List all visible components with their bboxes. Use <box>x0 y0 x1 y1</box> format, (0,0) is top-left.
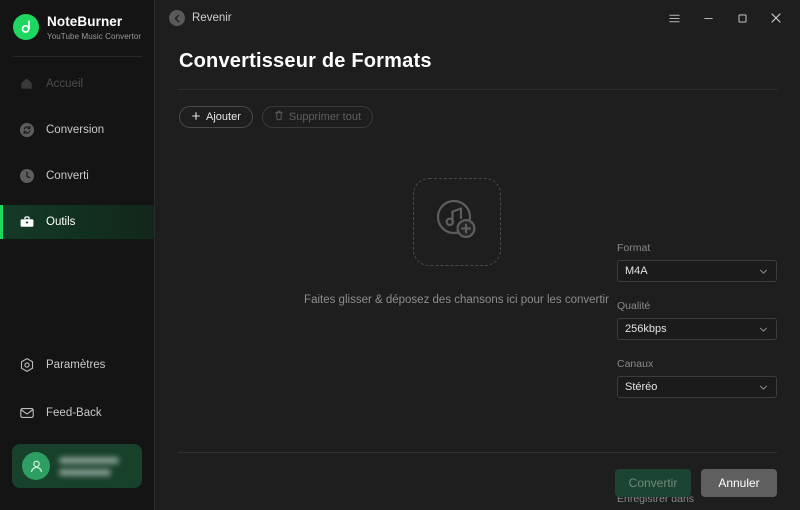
sidebar-item-accueil[interactable]: Accueil <box>0 67 154 101</box>
clock-circle-icon <box>18 167 35 184</box>
chevron-down-icon <box>758 382 769 393</box>
noteburner-logo-icon <box>13 14 39 41</box>
app-window: NoteBurner YouTube Music Convertor Accue… <box>0 0 800 510</box>
cancel-button[interactable]: Annuler <box>701 469 777 497</box>
window-controls <box>666 10 790 26</box>
hamburger-menu-icon[interactable] <box>666 10 682 26</box>
options-panel: Format M4A Qualité 256kbps Canaux Stéréo <box>617 242 777 416</box>
back-button-label: Revenir <box>192 12 232 24</box>
sidebar-item-label: Paramètres <box>46 359 106 371</box>
delete-all-button[interactable]: Supprimer tout <box>261 106 374 128</box>
plus-icon <box>191 111 201 124</box>
channels-value: Stéréo <box>625 381 658 393</box>
quality-label: Qualité <box>617 300 651 312</box>
format-label: Format <box>617 242 651 254</box>
sidebar-bottom-nav: Paramètres Feed-Back <box>0 348 154 510</box>
add-music-icon <box>430 193 484 252</box>
convert-button[interactable]: Convertir <box>615 469 691 497</box>
user-name <box>59 456 119 464</box>
quality-group: Qualité 256kbps <box>617 300 777 340</box>
add-button[interactable]: Ajouter <box>179 106 253 128</box>
channels-group: Canaux Stéréo <box>617 358 777 398</box>
maximize-icon[interactable] <box>734 10 750 26</box>
user-info <box>59 456 119 476</box>
sidebar-item-label: Conversion <box>46 123 105 136</box>
sidebar-item-label: Outils <box>46 215 76 228</box>
dropzone-box[interactable] <box>412 178 501 266</box>
titlebar: Revenir <box>155 0 800 36</box>
toolbar: Ajouter Supprimer tout <box>155 90 800 128</box>
briefcase-icon <box>18 213 35 230</box>
quality-select[interactable]: 256kbps <box>617 318 777 340</box>
user-plan <box>59 468 111 476</box>
close-icon[interactable] <box>768 10 784 26</box>
footer-actions: Convertir Annuler <box>615 469 777 497</box>
format-select[interactable]: M4A <box>617 260 777 282</box>
footer-divider <box>178 452 777 453</box>
minimize-icon[interactable] <box>700 10 716 26</box>
sidebar-item-outils[interactable]: Outils <box>0 204 154 239</box>
sidebar-divider <box>12 55 142 57</box>
delete-all-button-label: Supprimer tout <box>288 111 362 123</box>
user-account-card[interactable] <box>12 444 142 488</box>
user-avatar-icon <box>22 452 50 480</box>
chevron-down-icon <box>758 266 769 277</box>
page-title: Convertisseur de Formats <box>179 50 432 72</box>
body-area: Faites glisser & déposez des chansons ic… <box>155 128 800 510</box>
chevron-down-icon <box>758 324 769 335</box>
quality-value: 256kbps <box>625 323 667 335</box>
sidebar-item-label: Feed-Back <box>46 407 102 419</box>
settings-hexagon-icon <box>18 357 35 374</box>
add-button-label: Ajouter <box>206 111 241 123</box>
sidebar-item-converti[interactable]: Converti <box>0 159 154 193</box>
sidebar-nav: Accueil Conversion Converti Outils <box>0 67 154 251</box>
format-group: Format M4A <box>617 242 777 282</box>
sidebar-item-conversion[interactable]: Conversion <box>0 113 154 147</box>
brand-subtitle: YouTube Music Convertor <box>47 31 142 41</box>
sidebar-item-label: Converti <box>46 169 89 182</box>
trash-icon <box>274 110 284 124</box>
sidebar-item-parametres[interactable]: Paramètres <box>0 348 154 382</box>
home-icon <box>18 75 35 92</box>
brand-name: NoteBurner <box>47 14 123 29</box>
arrow-left-circle-icon <box>169 10 185 26</box>
main-content: Revenir Convertisseur de Formats Ajouter… <box>155 0 800 510</box>
sidebar: NoteBurner YouTube Music Convertor Accue… <box>0 0 155 510</box>
channels-label: Canaux <box>617 358 654 370</box>
refresh-circle-icon <box>18 121 35 138</box>
format-value: M4A <box>625 265 648 277</box>
mail-icon <box>18 405 35 422</box>
channels-select[interactable]: Stéréo <box>617 376 777 398</box>
dropzone-hint: Faites glisser & déposez des chansons ic… <box>304 294 609 306</box>
sidebar-item-label: Accueil <box>46 77 84 90</box>
sidebar-item-feedback[interactable]: Feed-Back <box>0 396 154 430</box>
brand: NoteBurner YouTube Music Convertor <box>0 0 154 54</box>
back-button[interactable]: Revenir <box>169 10 232 26</box>
